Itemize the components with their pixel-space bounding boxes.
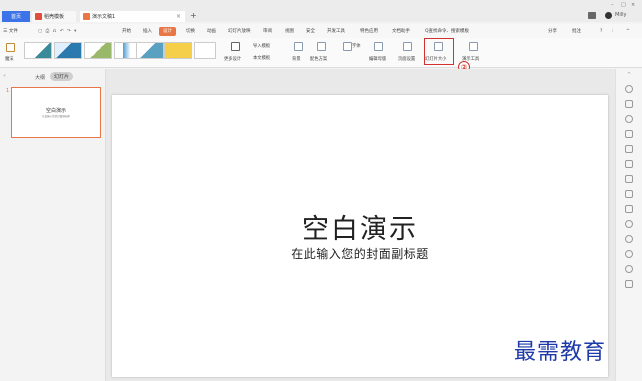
menu-design[interactable]: 设计 (159, 27, 176, 36)
background-icon (294, 42, 303, 51)
skin-icon[interactable] (588, 12, 596, 19)
docer-logo-icon (35, 13, 42, 20)
theme-thumb-5[interactable] (136, 42, 164, 59)
file-menu[interactable]: 三 文件 (3, 27, 18, 36)
slide-size-button[interactable]: 幻灯片大小 (425, 56, 446, 62)
slide-number: 1 (6, 88, 10, 94)
import-template-button[interactable]: 导入模板 (253, 43, 270, 49)
presentation-tools-icon (469, 42, 478, 51)
minimize-button[interactable]: – (611, 2, 614, 8)
font-button[interactable]: 字体 (352, 43, 361, 49)
table-icon[interactable] (625, 190, 633, 198)
menu-special[interactable]: 特色应用 (360, 27, 378, 36)
slide-title-placeholder[interactable]: 空白演示 (112, 207, 608, 246)
object-properties-icon[interactable] (625, 85, 633, 93)
fill-icon[interactable] (625, 130, 633, 138)
menu-switch[interactable]: 切换 (186, 27, 195, 36)
color-scheme-button[interactable]: 配色方案 (310, 56, 327, 62)
copy-icon[interactable] (625, 100, 633, 108)
settings-icon[interactable] (625, 280, 633, 288)
theme-thumb-7[interactable] (194, 42, 216, 59)
thumbnail-title: 空白演示 (45, 108, 66, 114)
tab-docer-label: 稻壳模板 (44, 14, 65, 20)
theme-thumb-2[interactable] (54, 42, 82, 59)
presentation-logo-icon (83, 13, 90, 20)
style-icon[interactable] (625, 145, 633, 153)
menu-insert[interactable]: 插入 (143, 27, 152, 36)
font-icon (343, 42, 352, 51)
menu-bar: 三 文件 ▢ ⎙ ⎌ ↶ ↷ ▾ 开始 插入 设计 切换 动画 幻灯片放映 审阅… (0, 24, 642, 38)
account-label[interactable]: Milly (615, 12, 626, 18)
history-icon[interactable] (625, 250, 633, 258)
page-setup-button[interactable]: 页面设置 (398, 56, 415, 62)
collapse-ribbon-button[interactable]: ^ (626, 27, 630, 36)
edit-master-icon (374, 42, 383, 51)
this-template-button[interactable]: 本文模板 (253, 55, 270, 61)
new-tab-button[interactable]: + (190, 11, 197, 20)
menu-view[interactable]: 视图 (285, 27, 294, 36)
help-icon[interactable] (625, 265, 633, 273)
layout-icon[interactable] (625, 205, 633, 213)
menu-start[interactable]: 开始 (122, 27, 131, 36)
search-command-input[interactable]: Q查找命令、搜索模板 (425, 27, 469, 36)
theme-thumb-6[interactable] (164, 42, 192, 59)
menu-docassist[interactable]: 文档助手 (392, 27, 410, 36)
thumbnail-subtitle: 在此输入您的封面副标题 (42, 115, 70, 118)
theme-thumb-1[interactable] (24, 42, 52, 59)
magic-icon (6, 43, 15, 52)
menu-review[interactable]: 审阅 (263, 27, 272, 36)
title-tab-bar: 首页 稻壳模板 演示文稿1 × + Milly – □ × (0, 0, 642, 22)
collapse-panel-icon[interactable]: « (3, 73, 6, 79)
more-design-button[interactable]: 更多设计 (224, 56, 241, 62)
close-window-button[interactable]: × (631, 2, 635, 8)
wps-presentation-window: 首页 稻壳模板 演示文稿1 × + Milly – □ × 三 文件 ▢ ⎙ ⎌… (0, 0, 642, 381)
color-scheme-icon (317, 42, 326, 51)
comment-button[interactable]: 批注 (572, 27, 581, 36)
maximize-button[interactable]: □ (621, 2, 626, 8)
grid-icon (231, 42, 240, 51)
menu-devtools[interactable]: 开发工具 (327, 27, 345, 36)
sidebar-scroll-up-icon[interactable]: ^ (627, 72, 631, 78)
help-button[interactable]: ? (600, 27, 602, 36)
edit-master-button[interactable]: 编辑母版 (369, 56, 386, 62)
menu-slideshow[interactable]: 幻灯片放映 (228, 27, 251, 36)
quick-access-icons[interactable]: ▢ ⎙ ⎌ ↶ ↷ ▾ (38, 27, 77, 36)
menu-animation[interactable]: 动画 (207, 27, 216, 36)
menu-security[interactable]: 安全 (306, 27, 315, 36)
outline-tab[interactable]: 大纲 (35, 74, 45, 81)
tab-document-label: 演示文稿1 (92, 14, 116, 20)
slides-tab[interactable]: 幻灯片 (50, 72, 74, 81)
magic-button[interactable]: 魔法 (5, 56, 14, 62)
image-icon[interactable] (625, 160, 633, 168)
watermark-text: 最需教育 (514, 340, 607, 365)
page-setup-icon (403, 42, 412, 51)
background-button[interactable]: 背景 (292, 56, 301, 62)
tab-home[interactable]: 首页 (2, 11, 30, 22)
close-tab-icon[interactable]: × (176, 13, 181, 20)
design-ribbon: 魔法 更多设计 导入模板 本文模板 背景 配色方案 字体 编辑母版 页面设置 幻… (0, 38, 642, 68)
avatar[interactable] (605, 12, 612, 19)
theme-thumb-3[interactable] (84, 42, 112, 59)
tab-document[interactable]: 演示文稿1 × (80, 11, 185, 22)
slides-panel: « 大纲 幻灯片 1 空白演示 在此输入您的封面副标题 (0, 69, 106, 381)
chart-icon[interactable] (625, 175, 633, 183)
tab-docer[interactable]: 稻壳模板 (32, 11, 76, 22)
shapes-icon[interactable] (625, 115, 633, 123)
tab-home-label: 首页 (10, 14, 21, 20)
more-button[interactable]: : (612, 27, 614, 36)
audio-icon[interactable] (625, 220, 633, 228)
animation-icon[interactable] (625, 235, 633, 243)
share-button[interactable]: 分享 (548, 27, 557, 36)
right-tool-sidebar: ^ (615, 69, 642, 381)
slide-thumbnail[interactable]: 空白演示 在此输入您的封面副标题 (11, 87, 101, 138)
slide-subtitle-placeholder[interactable]: 在此输入您的封面副标题 (112, 245, 608, 262)
slide-size-icon (434, 42, 443, 51)
